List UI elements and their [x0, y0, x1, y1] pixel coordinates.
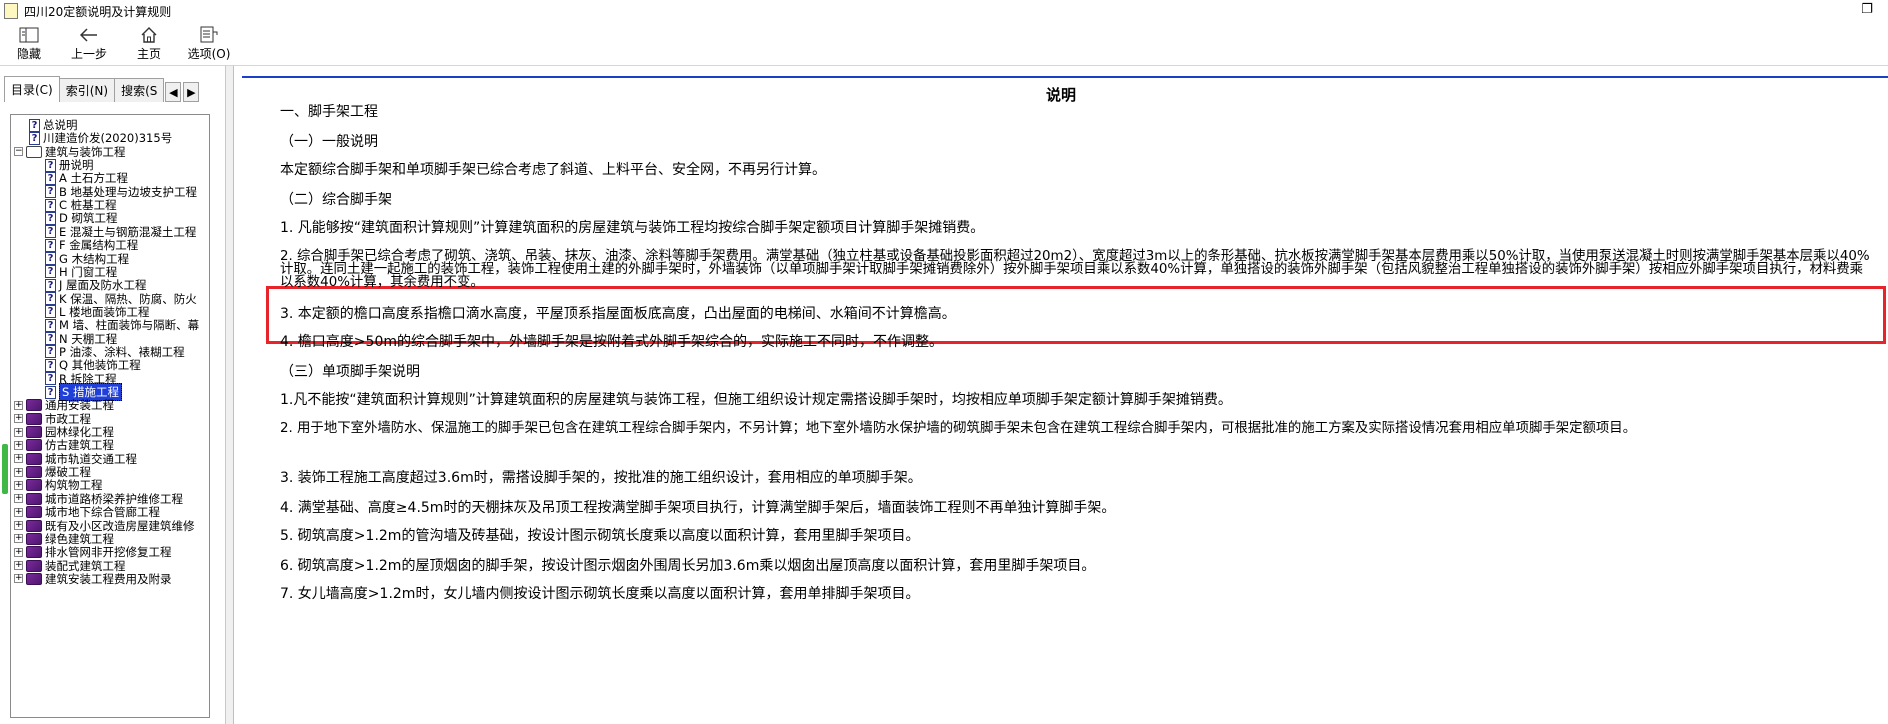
- book-icon: [26, 439, 42, 452]
- home-label: 主页: [136, 47, 161, 61]
- expand-icon[interactable]: +: [14, 561, 23, 571]
- document-paragraph: 本定额综合脚手架和单项脚手架已综合考虑了斜道、上料平台、安全网，不再另行计算。: [280, 162, 826, 178]
- expand-icon[interactable]: +: [14, 521, 23, 530]
- expand-icon[interactable]: +: [14, 574, 23, 584]
- collapse-icon[interactable]: −: [14, 147, 23, 157]
- expand-icon[interactable]: +: [14, 534, 23, 544]
- document-paragraph: 1.凡不能按“建筑面积计算规则”计算建筑面积的房屋建筑与装饰工程，但施工组织设计…: [280, 392, 1232, 408]
- tab-contents[interactable]: 目录(C): [4, 76, 60, 102]
- expand-icon[interactable]: +: [14, 414, 23, 424]
- expand-icon[interactable]: +: [14, 494, 23, 504]
- tab-scroll-right-button[interactable]: ▶: [183, 82, 200, 102]
- expand-icon[interactable]: +: [14, 507, 23, 517]
- book-icon: [26, 452, 42, 465]
- open-book-icon: [26, 145, 42, 158]
- document-paragraph: 2. 用于地下室外墙防水、保温施工的脚手架已包含在建筑工程综合脚手架内，不另计算…: [280, 421, 1637, 436]
- book-icon: [26, 426, 42, 439]
- options-label: 选项(O): [187, 47, 231, 61]
- book-icon: [26, 559, 42, 572]
- home-button[interactable]: 主页: [120, 22, 178, 65]
- header-rule: [242, 76, 1888, 78]
- document-paragraph: 5. 砌筑高度>1.2m的管沟墙及砖基础，按设计图示砌筑长度乘以高度以面积计算，…: [280, 528, 920, 544]
- tab-scroll-left-button[interactable]: ◀: [165, 82, 182, 102]
- back-label: 上一步: [70, 47, 107, 61]
- back-arrow-icon: [80, 25, 98, 45]
- contents-tree: ? 总说明? 川建造价发(2020)315号 − 建筑与装饰工程? 册说明? A 土石方工程…: [10, 114, 210, 718]
- sidebar-tabs: 目录(C) 索引(N) 搜索(S ◀ ▶: [4, 76, 200, 102]
- document-paragraph: （二）综合脚手架: [280, 192, 392, 208]
- expand-icon[interactable]: +: [14, 454, 23, 464]
- document-paragraph: 6. 砌筑高度>1.2m的屋顶烟囱的脚手架，按设计图示烟囱外围周长另加3.6m乘…: [280, 558, 1096, 574]
- book-icon: [26, 572, 42, 585]
- document-pane: 说明 一、脚手架工程 （一）一般说明本定额综合脚手架和单项脚手架已综合考虑了斜道、…: [234, 66, 1888, 724]
- expand-icon[interactable]: +: [14, 467, 23, 477]
- expand-icon[interactable]: +: [14, 480, 23, 490]
- book-icon: [26, 466, 42, 479]
- home-icon: [140, 25, 158, 45]
- expand-icon[interactable]: +: [14, 427, 23, 437]
- tab-index[interactable]: 索引(N): [58, 78, 116, 102]
- document-paragraph: 7. 女儿墙高度>1.2m时，女儿墙内侧按设计图示砌筑长度乘以高度以面积计算，套…: [280, 586, 920, 602]
- options-button[interactable]: 选项(O): [178, 22, 240, 65]
- pane-splitter[interactable]: [226, 66, 234, 724]
- book-icon: [26, 479, 42, 492]
- book-icon: [26, 492, 42, 505]
- title-bar: 四川20定额说明及计算规则 ❐: [0, 0, 1888, 22]
- window-title: 四川20定额说明及计算规则: [24, 4, 172, 19]
- book-icon: [26, 519, 42, 532]
- hide-button[interactable]: 隐藏: [0, 22, 58, 65]
- book-icon: [26, 546, 42, 559]
- tree-scrollbar[interactable]: [2, 114, 8, 718]
- toolbar: 隐藏 上一步 主页 选项(O): [0, 22, 1888, 66]
- tree-item-label: 建筑安装工程费用及附录: [45, 571, 172, 586]
- navigation-pane: 目录(C) 索引(N) 搜索(S ◀ ▶ ? 总说明? 川建造价发(2020)315…: [0, 66, 226, 724]
- doc-title: 说明: [1045, 86, 1076, 104]
- scrollbar-thumb[interactable]: [2, 444, 8, 494]
- document-paragraph: 4. 满堂基础、高度≥4.5m时的天棚抹灰及吊顶工程按满堂脚手架项目执行，计算满…: [280, 500, 1116, 516]
- tree-item[interactable]: + 建筑安装工程费用及附录: [14, 571, 172, 587]
- expand-icon[interactable]: +: [14, 440, 23, 450]
- expand-icon[interactable]: +: [14, 547, 23, 557]
- back-button[interactable]: 上一步: [58, 22, 120, 65]
- document-paragraph: 3. 装饰工程施工高度超过3.6m时，需搭设脚手架的，按批准的施工组织设计，套用…: [280, 470, 922, 486]
- document-paragraph: 3. 本定额的檐口高度系指檐口滴水高度，平屋顶系指屋面板底高度，凸出屋面的电梯间…: [280, 306, 956, 322]
- book-icon: [26, 412, 42, 425]
- document-paragraph: （三）单项脚手架说明: [280, 364, 420, 380]
- document-paragraph: 4. 檐口高度>50m的综合脚手架中，外墙脚手架是按附着式外脚手架综合的，实际施…: [280, 334, 943, 350]
- document-paragraph: 一、脚手架工程: [280, 104, 378, 120]
- book-icon: [26, 399, 42, 412]
- document-paragraph: 1. 凡能够按“建筑面积计算规则”计算建筑面积的房屋建筑与装饰工程均按综合脚手架…: [280, 220, 985, 236]
- book-icon: [26, 532, 42, 545]
- options-icon: [199, 25, 219, 45]
- restore-button[interactable]: ❐: [1860, 3, 1874, 17]
- tab-search[interactable]: 搜索(S: [114, 78, 165, 102]
- document-paragraph: （一）一般说明: [280, 134, 378, 150]
- app-icon: [4, 3, 18, 19]
- hide-label: 隐藏: [16, 47, 41, 61]
- expand-icon[interactable]: +: [14, 400, 23, 410]
- book-icon: [26, 506, 42, 519]
- document-paragraph: 2. 综合脚手架已综合考虑了砌筑、浇筑、吊装、抹灰、油漆、涂料等脚手架费用。满堂…: [280, 249, 1870, 290]
- hide-icon: [19, 25, 39, 45]
